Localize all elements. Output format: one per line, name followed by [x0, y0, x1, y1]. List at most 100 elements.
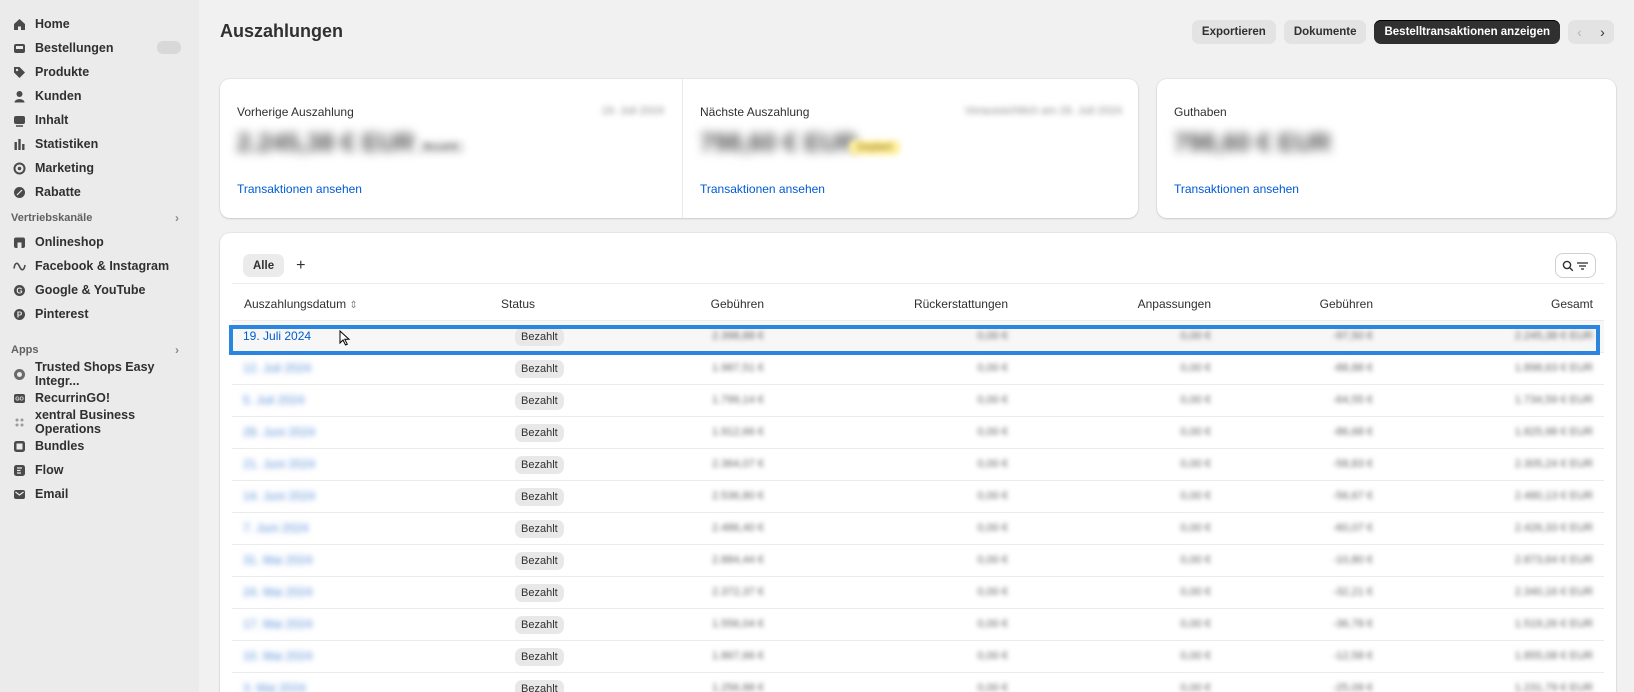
sidebar-item-email[interactable]: Email: [0, 482, 199, 506]
table-row[interactable]: 3. Mai 2024 Bezahlt 1.256,88 € 0,00 € 0,00 €…: [232, 673, 1604, 692]
sidebar-item-bestellungen[interactable]: Bestellungen: [0, 36, 199, 60]
meta-icon: [13, 260, 26, 273]
amount-cell: 0,00 €: [1180, 618, 1211, 630]
next-payout: Nächste Auszahlung Voraussichtlich am 26…: [683, 79, 1138, 218]
section-sales-channels[interactable]: Vertriebskanäle ›: [0, 206, 199, 230]
table-row[interactable]: 5. Juli 2024 Bezahlt 1.799,14 € 0,00 € 0,00 …: [232, 385, 1604, 417]
person-icon: [13, 90, 26, 103]
amount-cell: 0,00 €: [977, 426, 1008, 438]
sidebar-item-statistiken[interactable]: Statistiken: [0, 132, 199, 156]
chevron-right-icon[interactable]: ›: [1591, 20, 1614, 44]
table-row[interactable]: 14. Juni 2024 Bezahlt 2.536,80 € 0,00 € 0,00…: [232, 481, 1604, 513]
chevron-right-icon: ›: [175, 343, 179, 357]
table-row[interactable]: 19. Juli 2024 Bezahlt 2.398,88 € 0,00 € 0,00…: [232, 321, 1604, 353]
column-header-status: Status: [501, 297, 536, 311]
sidebar-item-xentral-business-operations[interactable]: xentral Business Operations: [0, 408, 199, 436]
status-badge: Bezahlt: [515, 424, 564, 442]
tab-all[interactable]: Alle: [243, 254, 285, 277]
amount-cell: -88,88 €: [1332, 362, 1373, 374]
pinterest-icon: P: [13, 308, 26, 321]
amount-cell: 2.486,40 €: [712, 522, 764, 534]
show-order-transactions-button[interactable]: Bestelltransaktionen anzeigen: [1374, 20, 1560, 44]
amount-cell: -10,80 €: [1332, 554, 1373, 566]
sidebar-item-inhalt[interactable]: Inhalt: [0, 108, 199, 132]
column-label: Auszahlungsdatum: [244, 297, 347, 311]
status-badge: Bezahlt: [515, 584, 564, 602]
table-row[interactable]: 31. Mai 2024 Bezahlt 2.884,44 € 0,00 € 0,00 …: [232, 545, 1604, 577]
sidebar-item-google-youtube[interactable]: G Google & YouTube: [0, 278, 199, 302]
payout-date-link[interactable]: 24. Mai 2024: [243, 585, 312, 599]
status-badge: Bezahlt: [515, 488, 564, 506]
sidebar-item-label: Marketing: [35, 161, 95, 175]
previous-transactions-link[interactable]: Transaktionen ansehen: [237, 182, 362, 196]
flow-icon: [13, 464, 26, 477]
table-row[interactable]: 24. Mai 2024 Bezahlt 2.372,37 € 0,00 € 0,00 …: [232, 577, 1604, 609]
payout-date-link[interactable]: 19. Juli 2024: [243, 329, 311, 343]
payout-date-link[interactable]: 14. Juni 2024: [243, 489, 315, 503]
amount-cell: 0,00 €: [1180, 522, 1211, 534]
table-row[interactable]: 28. Juni 2024 Bezahlt 1.912,66 € 0,00 € 0,00…: [232, 417, 1604, 449]
payout-date-link[interactable]: 28. Juni 2024: [243, 425, 315, 439]
payout-date-link[interactable]: 31. Mai 2024: [243, 553, 312, 567]
previous-payout-date: 19. Juli 2024: [601, 105, 664, 117]
amount-cell: 0,00 €: [977, 554, 1008, 566]
table-row[interactable]: 12. Juli 2024 Bezahlt 1.987,51 € 0,00 € 0,00…: [232, 353, 1604, 385]
sidebar-item-kunden[interactable]: Kunden: [0, 84, 199, 108]
sidebar-item-label: Bestellungen: [35, 41, 114, 55]
amount-cell: 1.256,88 €: [712, 682, 764, 692]
sidebar-item-home[interactable]: Home: [0, 12, 199, 36]
balance-transactions-link[interactable]: Transaktionen ansehen: [1174, 182, 1299, 196]
table-row[interactable]: 10. Mai 2024 Bezahlt 1.867,66 € 0,00 € 0,00 …: [232, 641, 1604, 673]
status-badge: Bezahlt: [515, 392, 564, 410]
sidebar-item-label: Flow: [35, 463, 64, 477]
image-icon: [13, 114, 26, 127]
sidebar-item-label: Onlineshop: [35, 235, 104, 249]
payout-date-link[interactable]: 3. Mai 2024: [243, 681, 306, 692]
status-badge: Bezahlt: [515, 328, 564, 346]
amount-cell: 2.480,13 € EUR: [1514, 490, 1593, 502]
amount-cell: 1.556,04 €: [712, 618, 764, 630]
section-apps[interactable]: Apps ›: [0, 338, 199, 362]
sidebar-item-recurringo[interactable]: GO RecurrinGO!: [0, 386, 199, 410]
sidebar-item-facebook-instagram[interactable]: Facebook & Instagram: [0, 254, 199, 278]
payout-date-link[interactable]: 10. Mai 2024: [243, 649, 312, 663]
table-row[interactable]: 21. Juni 2024 Bezahlt 2.364,07 € 0,00 € 0,00…: [232, 449, 1604, 481]
table-row[interactable]: 17. Mai 2024 Bezahlt 1.556,04 € 0,00 € 0,00 …: [232, 609, 1604, 641]
sidebar-item-pinterest[interactable]: P Pinterest: [0, 302, 199, 326]
amount-cell: 1.855,08 € EUR: [1514, 650, 1593, 662]
next-transactions-link[interactable]: Transaktionen ansehen: [700, 182, 825, 196]
amount-cell: 0,00 €: [977, 522, 1008, 534]
chevron-left-icon[interactable]: ‹: [1568, 20, 1591, 44]
add-view-button[interactable]: +: [296, 257, 305, 275]
amount-cell: 2.305,24 € EUR: [1514, 458, 1593, 470]
sidebar-item-onlineshop[interactable]: Onlineshop: [0, 230, 199, 254]
payout-date-link[interactable]: 21. Juni 2024: [243, 457, 315, 471]
table-row[interactable]: 7. Juni 2024 Bezahlt 2.486,40 € 0,00 € 0,00 …: [232, 513, 1604, 545]
payout-date-link[interactable]: 17. Mai 2024: [243, 617, 312, 631]
sidebar-item-marketing[interactable]: Marketing: [0, 156, 199, 180]
documents-button[interactable]: Dokumente: [1283, 20, 1367, 44]
recurringo-icon: GO: [13, 392, 26, 405]
search-icon: [1562, 260, 1574, 271]
sidebar-item-flow[interactable]: Flow: [0, 458, 199, 482]
sidebar-item-trusted-shops-easy-integr[interactable]: Trusted Shops Easy Integr...: [0, 360, 199, 388]
amount-cell: 2.873,64 € EUR: [1514, 554, 1593, 566]
payout-date-link[interactable]: 7. Juni 2024: [243, 521, 308, 535]
page-actions: Exportieren Dokumente Bestelltransaktion…: [1191, 20, 1614, 44]
payout-date-link[interactable]: 5. Juli 2024: [243, 393, 304, 407]
amount-cell: 1.231,79 € EUR: [1514, 682, 1593, 692]
next-payout-date: Voraussichtlich am 26. Juli 2024: [964, 105, 1122, 117]
sidebar-item-produkte[interactable]: Produkte: [0, 60, 199, 84]
search-filter-button[interactable]: [1556, 254, 1595, 277]
status-badge: Bezahlt: [515, 520, 564, 538]
amount-cell: -25,09 €: [1332, 682, 1373, 692]
export-button[interactable]: Exportieren: [1191, 20, 1276, 44]
amount-cell: 1.799,14 €: [712, 394, 764, 406]
sidebar-item-label: xentral Business Operations: [35, 408, 136, 436]
sidebar-item-bundles[interactable]: Bundles: [0, 434, 199, 458]
sidebar-item-rabatte[interactable]: Rabatte: [0, 180, 199, 204]
sidebar-item-label: Produkte: [35, 65, 90, 79]
sidebar-item-label: Rabatte: [35, 185, 81, 199]
payout-date-link[interactable]: 12. Juli 2024: [243, 361, 311, 375]
column-header-payout-date[interactable]: Auszahlungsdatum ⇕: [244, 297, 358, 311]
